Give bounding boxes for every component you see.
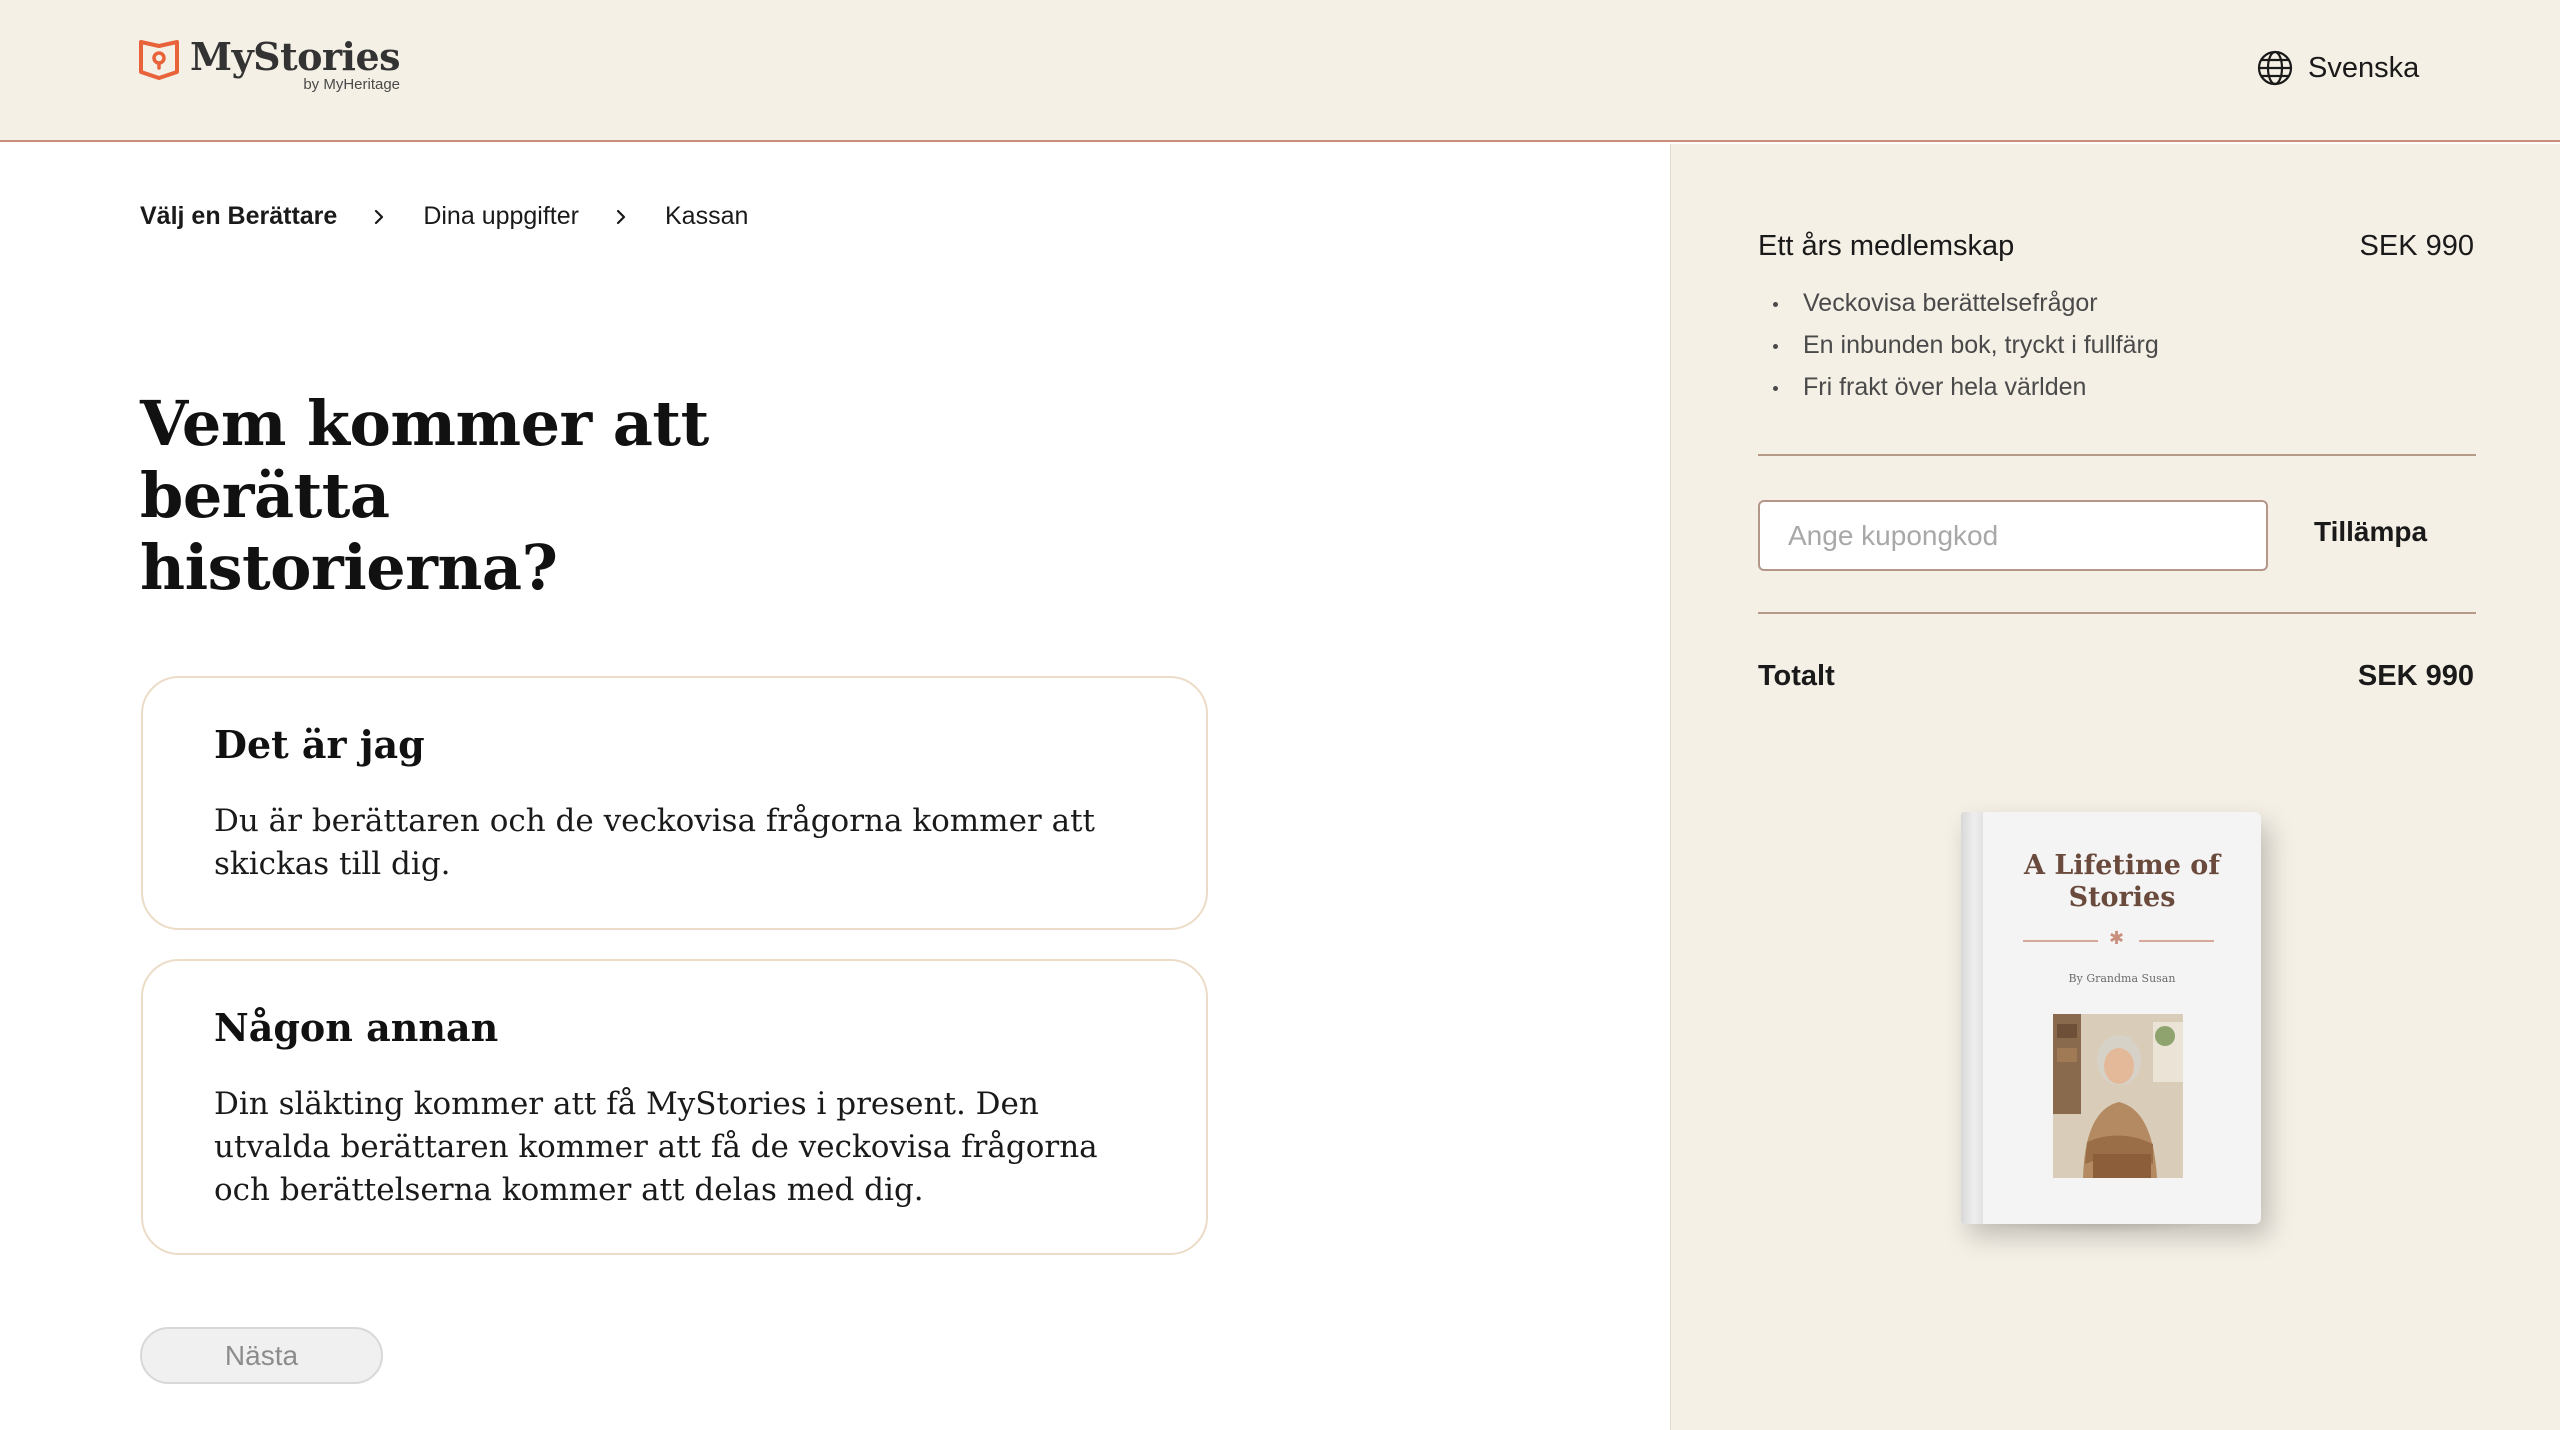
next-button[interactable]: Nästa (140, 1327, 383, 1384)
book-spine (1961, 812, 1983, 1224)
order-summary-panel: Ett års medlemskap SEK 990 Veckovisa ber… (1670, 144, 2560, 1430)
total-price: SEK 990 (2357, 660, 2474, 692)
brand-sub: by MyHeritage (303, 76, 401, 93)
book-logo-icon (139, 40, 179, 80)
option-title: Någon annan (214, 1005, 499, 1050)
book-title: A Lifetime of Stories (2024, 850, 2220, 913)
divider (1758, 612, 2476, 614)
feature-item: Fri frakt över hela världen (1771, 366, 2159, 408)
option-card-myself[interactable]: Det är jag Du är berättaren och de vecko… (141, 676, 1208, 930)
option-title: Det är jag (214, 722, 425, 767)
star-icon: ✱ (2109, 928, 2125, 948)
plan-name: Ett års medlemskap (1758, 230, 2015, 262)
language-label: Svenska (2308, 51, 2420, 84)
globe-icon (2257, 50, 2293, 86)
book-cover-image: A Lifetime of Stories ✱ By Grandma Susan (1961, 812, 2261, 1224)
breadcrumb-step-your-details[interactable]: Dina uppgifter (423, 202, 579, 231)
feature-item: Veckovisa berättelsefrågor (1771, 282, 2159, 324)
apply-coupon-button[interactable]: Tillämpa (2314, 516, 2427, 548)
breadcrumb-step-checkout[interactable]: Kassan (665, 202, 748, 231)
book-rule-right (2139, 940, 2214, 942)
logo-text: MyStories by MyHeritage (190, 34, 401, 93)
brand-name: MyStories (190, 34, 401, 79)
chevron-right-icon (601, 203, 641, 231)
feature-item: En inbunden bok, tryckt i fullfärg (1771, 324, 2159, 366)
mystories-logo[interactable]: MyStories by MyHeritage (138, 34, 401, 98)
plan-price: SEK 990 (2359, 230, 2474, 262)
narrator-portrait (2053, 1014, 2183, 1178)
total-label: Totalt (1758, 660, 1835, 692)
language-selector[interactable]: Svenska (2256, 48, 2419, 88)
breadcrumb-step-choose-narrator[interactable]: Välj en Berättare (140, 202, 337, 231)
option-description: Du är berättaren och de veckovisa frågor… (214, 803, 1095, 882)
option-description: Din släkting kommer att få MyStories i p… (214, 1086, 1098, 1208)
book-rule-left (2023, 940, 2098, 942)
divider (1758, 454, 2476, 456)
breadcrumb: Välj en Berättare Dina uppgifter Kassan (140, 202, 748, 231)
coupon-code-input[interactable] (1758, 500, 2268, 571)
chevron-right-icon (359, 203, 399, 231)
book-author: By Grandma Susan (2068, 972, 2176, 985)
page-title: Vem kommer att berätta historierna? (140, 387, 709, 604)
option-card-someone-else[interactable]: Någon annan Din släkting kommer att få M… (141, 959, 1208, 1255)
feature-list: Veckovisa berättelsefrågor En inbunden b… (1771, 282, 2159, 408)
top-header: MyStories by MyHeritage Svenska (0, 0, 2560, 142)
